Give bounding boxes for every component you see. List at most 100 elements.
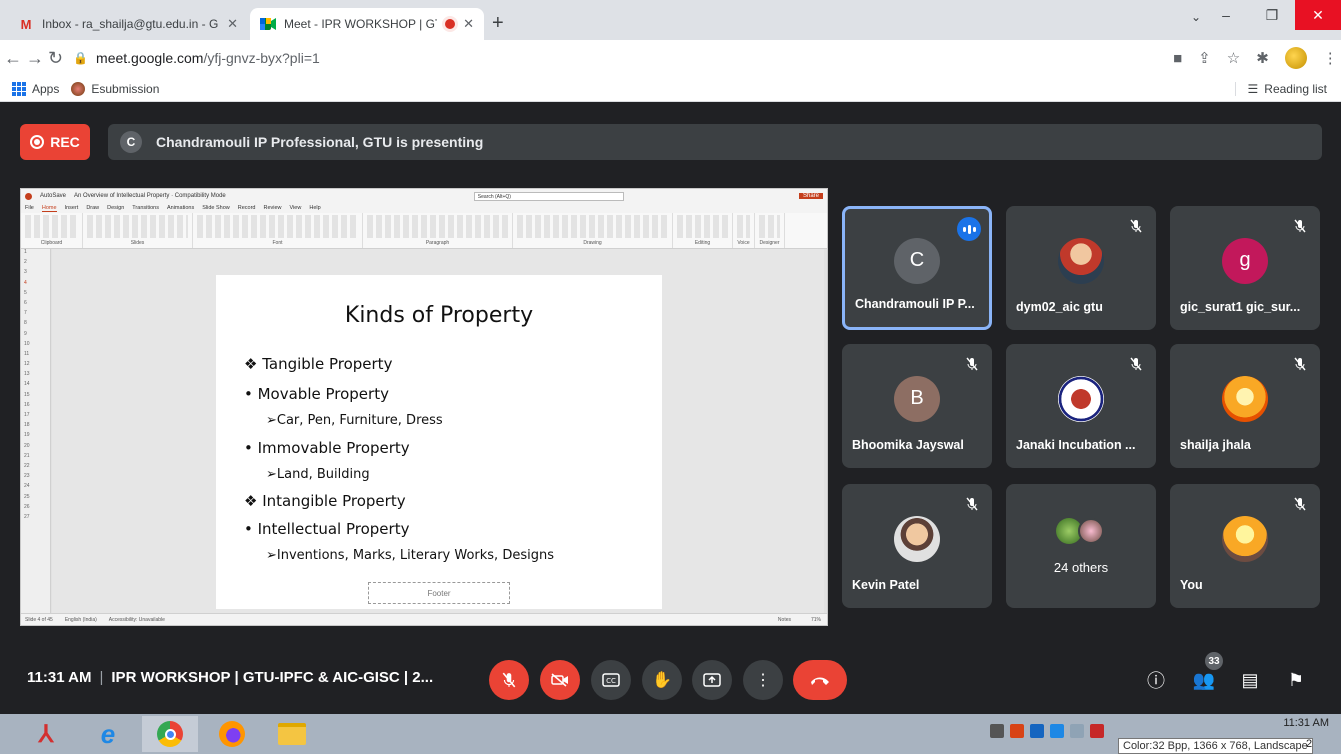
back-icon[interactable]: ← (4, 48, 22, 69)
slide-thumbnail: 15 (24, 391, 30, 398)
folder-icon (278, 723, 306, 745)
camera-in-use-icon[interactable]: ■ (1173, 50, 1182, 67)
slide-bullet: ❖ Intangible Property (244, 492, 406, 510)
close-window-icon[interactable]: ✕ (1295, 0, 1341, 30)
menu-kebab-icon[interactable]: ⋮ (1323, 49, 1338, 67)
ribbon-group: Voice (733, 213, 755, 248)
taskbar-ie[interactable]: e (80, 716, 136, 752)
tray-app-icon[interactable] (990, 724, 1004, 738)
acrobat-icon: ⅄ (38, 720, 54, 748)
captions-button[interactable]: CC (591, 660, 631, 700)
bookmark-apps[interactable]: Apps (12, 81, 59, 96)
slide-thumbnail: 13 (24, 371, 30, 378)
tray-app-icon[interactable] (1010, 724, 1024, 738)
participant-name: dym02_aic gtu (1016, 300, 1103, 314)
participant-name: You (1180, 578, 1203, 592)
participant-tile[interactable]: shailja jhala (1170, 344, 1320, 468)
mic-off-icon (960, 492, 984, 516)
speaking-indicator-icon (957, 217, 981, 241)
windows-taskbar: ⅄ e 11:31 AM Color:32 Bpp, 1366 x 768, L… (0, 714, 1341, 754)
tray-app-icon[interactable] (1090, 724, 1104, 738)
bookmark-star-icon[interactable]: ☆ (1227, 49, 1240, 67)
ppt-tab: Review (263, 205, 282, 211)
mic-toggle-button[interactable] (489, 660, 529, 700)
slide-thumbnail: 5 (24, 289, 27, 296)
slide-thumbnail: 20 (24, 442, 30, 449)
more-options-button[interactable]: ⋮ (743, 660, 783, 700)
participant-tile-others[interactable]: 24 others (1006, 484, 1156, 608)
bookmark-esubmission[interactable]: Esubmission (71, 81, 159, 96)
slide-thumbnail: 9 (24, 330, 27, 337)
forward-icon[interactable]: → (26, 48, 44, 69)
close-tab-icon[interactable]: ✕ (463, 16, 474, 32)
participant-tile[interactable]: B Bhoomika Jayswal (842, 344, 992, 468)
presenting-banner: C Chandramouli IP Professional, GTU is p… (108, 124, 1322, 160)
slide-thumbnail: 11 (24, 350, 30, 357)
tray-app-icon[interactable] (1030, 724, 1044, 738)
lock-icon[interactable]: 🔒 (73, 51, 88, 65)
people-icon: 👥 (1192, 669, 1216, 690)
reload-icon[interactable]: ↻ (48, 48, 63, 69)
slide-thumbnail: 24 (24, 483, 30, 490)
slide-subbullet: ➢Land, Building (266, 467, 370, 482)
slide-thumbnail: 6 (24, 299, 27, 306)
others-count: 24 others (1053, 560, 1109, 575)
tray-app-icon[interactable] (1070, 724, 1084, 738)
chat-button[interactable]: ▤ (1236, 666, 1264, 694)
restore-icon[interactable]: ❐ (1249, 0, 1295, 30)
ppt-title-bar: AutoSave An Overview of Intellectual Pro… (21, 189, 827, 203)
taskbar-firefox[interactable] (204, 716, 260, 752)
close-tab-icon[interactable]: ✕ (227, 16, 238, 32)
tab-meet[interactable]: Meet - IPR WORKSHOP | GTU ✕ (250, 8, 484, 40)
avatar (1058, 375, 1104, 422)
ribbon-group: Font (193, 213, 363, 248)
ppt-zoom: 71% (810, 616, 821, 623)
activities-button[interactable]: ⚑ (1282, 666, 1310, 694)
share-page-icon[interactable]: ⇪ (1198, 49, 1211, 67)
participant-tile[interactable]: dym02_aic gtu (1006, 206, 1156, 330)
taskbar-chrome[interactable] (142, 716, 198, 752)
reading-list-button[interactable]: ☰ Reading list (1234, 81, 1327, 96)
participant-tile[interactable]: Janaki Incubation ... (1006, 344, 1156, 468)
meeting-details-button[interactable]: ⓘ (1142, 666, 1170, 694)
camera-toggle-button[interactable] (540, 660, 580, 700)
participant-tile[interactable]: Kevin Patel (842, 484, 992, 608)
url-input[interactable]: 🔒 meet.google.com /yfj-gnvz-byx?pli=1 (73, 44, 1174, 72)
leave-call-button[interactable] (793, 660, 847, 700)
people-button[interactable]: 👥 (1190, 666, 1218, 694)
ppt-status-lang: English (India) (64, 616, 97, 623)
powerpoint-logo-icon (25, 192, 32, 200)
participant-tile[interactable]: g gic_surat1 gic_sur... (1170, 206, 1320, 330)
profile-avatar[interactable] (1284, 47, 1307, 69)
separator: | (99, 669, 104, 686)
tray-app-icon[interactable] (1050, 724, 1064, 738)
ribbon-group: Clipboard (21, 213, 83, 248)
new-tab-button[interactable]: + (492, 12, 504, 35)
participant-tile[interactable]: C Chandramouli IP P... (842, 206, 992, 330)
ppt-file-name: An Overview of Intellectual Property · C… (74, 193, 226, 199)
slide-thumbnail: 18 (24, 422, 30, 429)
presenter-avatar: C (120, 131, 142, 153)
tab-search-icon[interactable]: ⌄ (1191, 10, 1201, 24)
avatar (1058, 237, 1104, 284)
tab-gmail[interactable]: M Inbox - ra_shailja@gtu.edu.in - G ✕ (8, 8, 248, 40)
ribbon-group: Editing (673, 213, 733, 248)
participant-tile-self[interactable]: You (1170, 484, 1320, 608)
slide-thumbnail: 8 (24, 320, 27, 327)
taskbar-file-explorer[interactable] (264, 716, 320, 752)
ppt-tab-active: Home (41, 204, 57, 212)
present-screen-button[interactable] (692, 660, 732, 700)
avatar (894, 515, 940, 562)
meeting-time: 11:31 AM (27, 669, 92, 686)
info-icon: ⓘ (1147, 671, 1165, 691)
chat-icon: ▤ (1241, 669, 1259, 690)
internet-explorer-icon: e (100, 718, 116, 749)
participant-name: gic_surat1 gic_sur... (1180, 300, 1301, 314)
taskbar-clock[interactable]: 11:31 AM (1283, 717, 1329, 729)
recording-badge[interactable]: REC (20, 124, 90, 160)
minimize-icon[interactable]: – (1203, 0, 1249, 30)
raise-hand-button[interactable]: ✋ (642, 660, 682, 700)
extensions-icon[interactable]: ✱ (1256, 49, 1269, 67)
taskbar-acrobat[interactable]: ⅄ (18, 716, 74, 752)
slide-subbullet: ➢Car, Pen, Furniture, Dress (266, 413, 443, 428)
